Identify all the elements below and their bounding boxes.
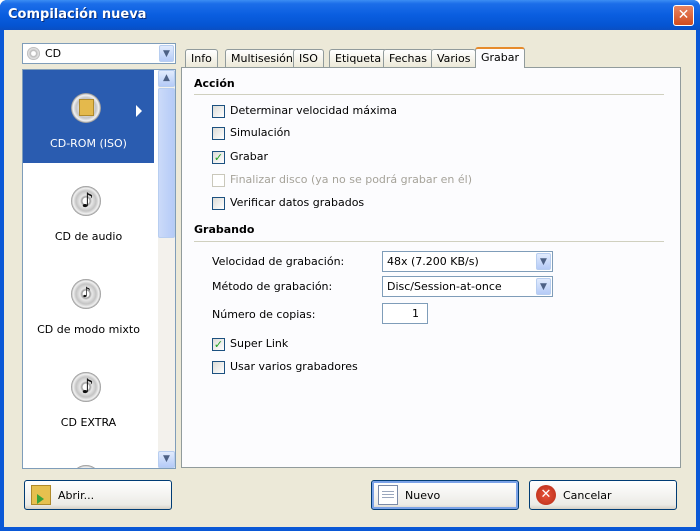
checkbox-label: Verificar datos grabados bbox=[230, 196, 365, 209]
cancel-button-label: Cancelar bbox=[563, 489, 612, 502]
close-icon: ✕ bbox=[677, 7, 690, 23]
section-title-grabando: Grabando bbox=[194, 223, 255, 236]
disc-type-value: CD bbox=[45, 47, 62, 60]
open-folder-icon bbox=[31, 485, 51, 505]
tab-grabar[interactable]: Grabar bbox=[475, 47, 526, 68]
copies-field[interactable]: 1 bbox=[382, 303, 428, 324]
dialog-client: CD ▼ CD-ROM (ISO) ♪ CD de audio ♪ CD de … bbox=[4, 30, 696, 527]
window-title: Compilación nueva bbox=[8, 7, 147, 22]
title-bar[interactable]: Compilación nueva ✕ bbox=[0, 0, 700, 30]
dialog-window: Compilación nueva ✕ CD ▼ CD-ROM (ISO) ♪ … bbox=[0, 0, 700, 531]
list-item-label: CD-ROM (ISO) bbox=[50, 137, 127, 150]
checkbox-label: Usar varios grabadores bbox=[230, 360, 358, 373]
method-select[interactable]: Disc/Session-at-once ▼ bbox=[382, 276, 553, 297]
tab-info[interactable]: Info bbox=[185, 49, 218, 67]
vertical-scrollbar[interactable]: ▲ ▼ bbox=[158, 70, 175, 468]
cancel-icon: ✕ bbox=[536, 485, 556, 505]
checkbox-label: Grabar bbox=[230, 150, 269, 163]
checkbox-box[interactable] bbox=[212, 361, 225, 374]
chevron-down-icon[interactable]: ▼ bbox=[159, 45, 174, 62]
check-icon[interactable]: ✓ bbox=[212, 151, 225, 164]
folder-icon bbox=[79, 99, 94, 116]
mixed-cd-icon: ♪ bbox=[71, 279, 101, 309]
speed-value: 48x (7.200 KB/s) bbox=[387, 255, 479, 268]
checkbox-box bbox=[212, 174, 225, 187]
copies-label: Número de copias: bbox=[212, 308, 316, 321]
disc-type-combo[interactable]: CD ▼ bbox=[22, 43, 176, 64]
scroll-thumb[interactable] bbox=[158, 88, 175, 238]
method-label: Método de grabación: bbox=[212, 280, 333, 293]
burn-settings-panel: Acción Determinar velocidad máxima Simul… bbox=[181, 67, 681, 468]
project-type-list[interactable]: CD-ROM (ISO) ♪ CD de audio ♪ CD de modo … bbox=[22, 69, 176, 469]
checkbox-label: Simulación bbox=[230, 126, 291, 139]
list-item-label: CD de audio bbox=[54, 230, 123, 243]
check-icon[interactable]: ✓ bbox=[212, 338, 225, 351]
section-divider bbox=[194, 94, 664, 95]
open-button[interactable]: Abrir... bbox=[24, 480, 172, 510]
tab-varios[interactable]: Varios bbox=[431, 49, 477, 67]
list-item-cd-audio[interactable]: ♪ CD de audio bbox=[23, 163, 154, 256]
method-value: Disc/Session-at-once bbox=[387, 280, 502, 293]
close-button[interactable]: ✕ bbox=[673, 5, 694, 26]
arrow-right-icon bbox=[136, 105, 142, 117]
checkbox-box[interactable] bbox=[212, 105, 225, 118]
checkbox-label: Super Link bbox=[230, 337, 289, 350]
tab-fechas[interactable]: Fechas bbox=[383, 49, 433, 67]
new-document-icon bbox=[378, 485, 398, 505]
cd-rom-icon bbox=[71, 93, 101, 123]
checkbox-box[interactable] bbox=[212, 127, 225, 140]
list-item-cd-mixed[interactable]: ♪ CD de modo mixto bbox=[23, 256, 154, 349]
list-item-label: CD de modo mixto bbox=[37, 323, 140, 336]
open-button-label: Abrir... bbox=[58, 489, 95, 502]
checkbox-label: Determinar velocidad máxima bbox=[230, 104, 397, 117]
music-note-icon: ♪ bbox=[82, 285, 91, 301]
checkbox-box[interactable] bbox=[212, 197, 225, 210]
new-button[interactable]: Nuevo bbox=[371, 480, 519, 510]
checkbox-label: Finalizar disco (ya no se podrá grabar e… bbox=[230, 173, 473, 186]
audio-cd-icon: ♪ bbox=[71, 186, 101, 216]
cd-icon bbox=[71, 465, 101, 468]
list-item-label: CD EXTRA bbox=[60, 416, 117, 429]
music-note-icon: ♪ bbox=[81, 374, 94, 398]
tab-iso[interactable]: ISO bbox=[293, 49, 324, 67]
chevron-down-icon[interactable]: ▼ bbox=[536, 278, 551, 295]
chevron-down-icon[interactable]: ▼ bbox=[536, 253, 551, 270]
cd-icon bbox=[27, 47, 40, 60]
scroll-up-icon[interactable]: ▲ bbox=[158, 70, 175, 87]
new-button-label: Nuevo bbox=[405, 489, 441, 502]
cancel-button[interactable]: ✕ Cancelar bbox=[529, 480, 677, 510]
cd-extra-icon: ♪ bbox=[71, 372, 101, 402]
list-item-cd-rom-iso[interactable]: CD-ROM (ISO) bbox=[23, 70, 154, 163]
list-item-cd-extra[interactable]: ♪ CD EXTRA bbox=[23, 349, 154, 442]
section-title-accion: Acción bbox=[194, 77, 235, 90]
section-divider bbox=[194, 241, 664, 242]
speed-label: Velocidad de grabación: bbox=[212, 255, 345, 268]
list-item-partial[interactable] bbox=[23, 442, 154, 468]
tab-etiqueta[interactable]: Etiqueta bbox=[329, 49, 388, 67]
scroll-down-icon[interactable]: ▼ bbox=[158, 451, 175, 468]
music-note-icon: ♪ bbox=[81, 188, 94, 212]
tab-multisesion[interactable]: Multisesión bbox=[225, 49, 299, 67]
speed-select[interactable]: 48x (7.200 KB/s) ▼ bbox=[382, 251, 553, 272]
